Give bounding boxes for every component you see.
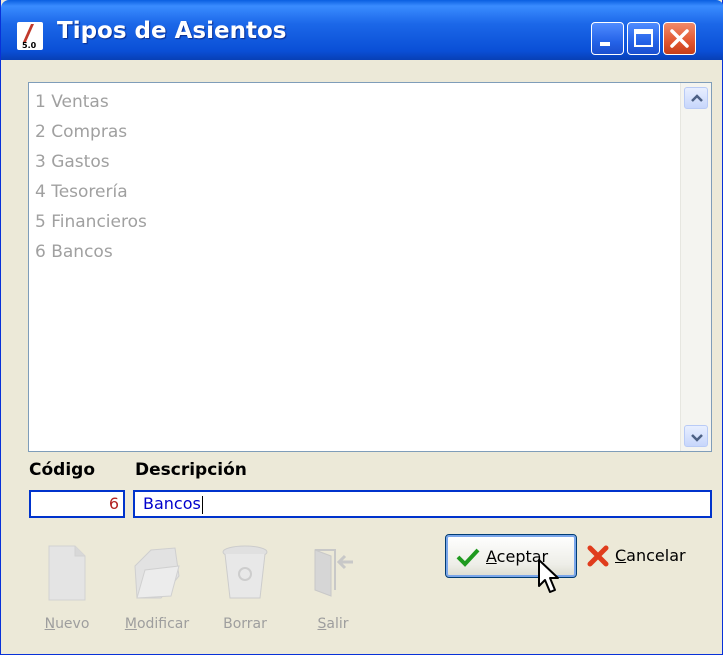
descripcion-label: Descripción — [135, 460, 247, 480]
nuevo-button[interactable]: Nuevo — [25, 540, 109, 640]
window-title: Tipos de Asientos — [57, 18, 287, 44]
maximize-button[interactable] — [627, 22, 660, 55]
codigo-label: Código — [29, 460, 95, 480]
dialog-window: 5.0 Tipos de Asientos 1 Ventas 2 Compras… — [0, 0, 723, 655]
close-button[interactable] — [663, 22, 696, 55]
list-item[interactable]: 6 Bancos — [35, 240, 147, 270]
text-caret — [201, 495, 203, 514]
salir-label: Salir — [317, 616, 349, 632]
minimize-button[interactable] — [591, 22, 624, 55]
scroll-down-button[interactable] — [684, 425, 708, 447]
title-bar[interactable]: 5.0 Tipos de Asientos — [1, 0, 723, 60]
exit-door-icon — [314, 549, 353, 597]
scroll-up-button[interactable] — [684, 87, 708, 109]
modificar-button[interactable]: Modificar — [115, 540, 199, 640]
borrar-button[interactable]: Borrar — [203, 540, 287, 640]
list-item[interactable]: 1 Ventas — [35, 90, 147, 120]
open-folder-icon — [134, 547, 180, 599]
vertical-scrollbar[interactable] — [680, 83, 711, 451]
close-icon — [670, 29, 689, 48]
minimize-icon — [600, 42, 610, 46]
red-x-icon — [587, 545, 609, 567]
mouse-cursor-icon — [538, 559, 559, 593]
descripcion-field[interactable]: Bancos — [133, 490, 712, 518]
cancelar-label: Cancelar — [615, 546, 686, 565]
new-document-icon — [48, 545, 86, 601]
checkmark-icon — [456, 548, 480, 567]
scroll-down-icon — [691, 434, 703, 442]
nuevo-label: Nuevo — [44, 616, 90, 632]
asientos-listbox[interactable]: 1 Ventas 2 Compras 3 Gastos 4 Tesorería … — [28, 82, 712, 452]
app-icon-version: 5.0 — [22, 41, 37, 50]
cancelar-button[interactable]: Cancelar — [583, 534, 713, 578]
descripcion-value: Bancos — [143, 494, 201, 513]
maximize-icon — [634, 29, 653, 47]
salir-button[interactable]: Salir — [291, 540, 375, 640]
trash-bin-icon — [222, 545, 268, 599]
codigo-field[interactable]: 6 — [29, 490, 125, 518]
list-item[interactable]: 5 Financieros — [35, 210, 147, 240]
scroll-up-icon — [691, 94, 703, 102]
modificar-label: Modificar — [124, 616, 190, 632]
app-icon: 5.0 — [17, 22, 43, 50]
borrar-label: Borrar — [223, 616, 267, 632]
list-item[interactable]: 3 Gastos — [35, 150, 147, 180]
list-item[interactable]: 4 Tesorería — [35, 180, 147, 210]
list-item[interactable]: 2 Compras — [35, 120, 147, 150]
